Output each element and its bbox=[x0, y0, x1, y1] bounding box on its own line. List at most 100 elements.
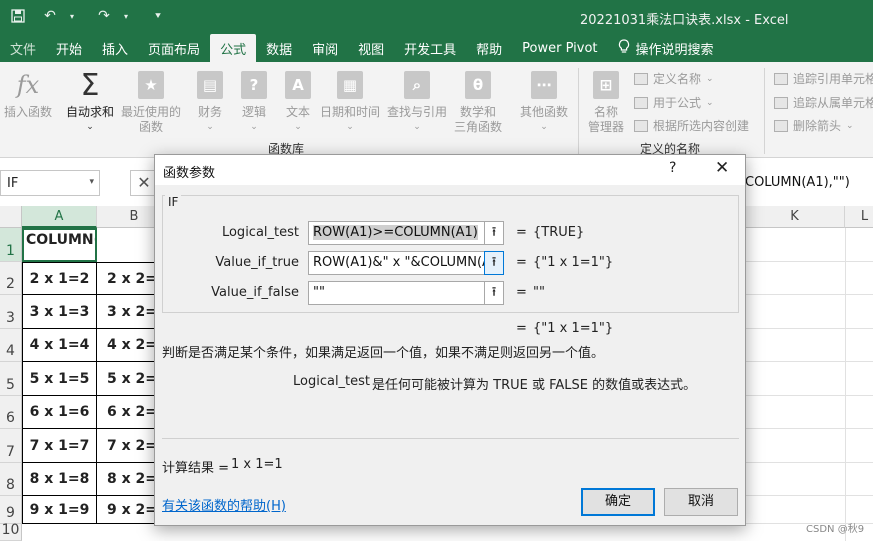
tab-file[interactable]: 文件 bbox=[0, 34, 46, 62]
ribbon-formulas: fx 插入函数 Σ 自动求和 ⌄ ★ 最近使用的 函数 ▤ 财务 ⌄ ? 逻辑 … bbox=[0, 62, 873, 158]
gridline bbox=[745, 462, 873, 463]
calculation-result-label: 计算结果 = bbox=[162, 461, 230, 476]
tab-power-pivot[interactable]: Power Pivot bbox=[512, 34, 607, 62]
row-header-10[interactable]: 10 bbox=[0, 522, 22, 541]
chevron-down-icon: ⌄ bbox=[250, 122, 258, 132]
close-icon[interactable]: ✕ bbox=[715, 158, 729, 178]
help-icon[interactable]: ? bbox=[669, 160, 676, 176]
row-header-4[interactable]: 4 bbox=[0, 329, 22, 362]
ok-button[interactable]: 确定 bbox=[581, 488, 655, 516]
ribbon-tabs: 文件 开始 插入 页面布局 公式 数据 审阅 视图 开发工具 帮助 Power … bbox=[0, 34, 873, 62]
column-header-a[interactable]: A bbox=[22, 206, 97, 228]
tab-home[interactable]: 开始 bbox=[46, 34, 92, 62]
value-if-true-result: {"1 x 1=1"} bbox=[533, 255, 614, 270]
fx-icon: fx bbox=[16, 70, 40, 99]
tab-page-layout[interactable]: 页面布局 bbox=[138, 34, 210, 62]
tab-formulas[interactable]: 公式 bbox=[210, 34, 257, 62]
gridline bbox=[745, 294, 873, 295]
chevron-down-icon: ⌄ bbox=[86, 122, 94, 132]
tab-help[interactable]: 帮助 bbox=[466, 34, 512, 62]
tab-review[interactable]: 审阅 bbox=[302, 34, 348, 62]
cell-a1[interactable]: COLUMN(A1),"") bbox=[22, 228, 97, 262]
lookup-icon: ⌕ bbox=[400, 68, 434, 102]
tab-developer[interactable]: 开发工具 bbox=[394, 34, 466, 62]
cell-a7[interactable]: 7 x 1=7 bbox=[22, 429, 97, 463]
watermark: CSDN @秋9 bbox=[806, 524, 865, 535]
tab-data[interactable]: 数据 bbox=[256, 34, 302, 62]
collapse-dialog-icon[interactable]: ⭱ bbox=[484, 221, 504, 245]
tell-me-label: 操作说明搜索 bbox=[635, 42, 714, 58]
redo-icon[interactable]: ↷ bbox=[94, 6, 114, 26]
cell-a8[interactable]: 8 x 1=8 bbox=[22, 463, 97, 496]
column-header-l[interactable]: L bbox=[845, 206, 873, 228]
equals-sign: = bbox=[516, 255, 527, 270]
chevron-down-icon: ⌄ bbox=[294, 122, 302, 132]
tab-insert[interactable]: 插入 bbox=[92, 34, 138, 62]
formula-result-preview: {"1 x 1=1"} bbox=[533, 321, 614, 336]
logical-button[interactable]: ? 逻辑 ⌄ bbox=[237, 68, 271, 135]
row-header-8[interactable]: 8 bbox=[0, 463, 22, 496]
dialog-title: 函数参数 bbox=[163, 166, 216, 181]
cell-a2[interactable]: 2 x 1=2 bbox=[22, 262, 97, 295]
name-manager-button[interactable]: ⊞ 名称 管理器 bbox=[588, 68, 624, 135]
row-header-1[interactable]: 1 bbox=[0, 228, 22, 262]
cell-a6[interactable]: 6 x 1=6 bbox=[22, 396, 97, 429]
tell-me-search[interactable]: 操作说明搜索 bbox=[608, 34, 724, 62]
remove-arrows-button[interactable]: 删除箭头 ⌄ bbox=[774, 117, 854, 134]
name-manager-icon: ⊞ bbox=[589, 68, 623, 102]
math-trig-button[interactable]: θ 数学和 三角函数 bbox=[454, 68, 502, 135]
trace-precedents-button[interactable]: 追踪引用单元格 bbox=[774, 70, 873, 87]
row-header-7[interactable]: 7 bbox=[0, 429, 22, 463]
save-icon[interactable] bbox=[8, 6, 28, 26]
chevron-down-icon[interactable]: ▾ bbox=[89, 177, 94, 187]
use-in-formula-button[interactable]: 用于公式 ⌄ bbox=[634, 94, 714, 111]
more-functions-button[interactable]: ⋯ 其他函数 ⌄ bbox=[520, 68, 568, 135]
cell-a4[interactable]: 4 x 1=4 bbox=[22, 329, 97, 362]
collapse-dialog-icon[interactable]: ⭱ bbox=[484, 281, 504, 305]
autosum-button[interactable]: Σ 自动求和 ⌄ bbox=[66, 68, 114, 135]
formula-input[interactable]: COLUMN(A1),"") bbox=[745, 175, 850, 190]
financial-button[interactable]: ▤ 财务 ⌄ bbox=[193, 68, 227, 135]
tab-view[interactable]: 视图 bbox=[348, 34, 394, 62]
name-box[interactable]: IF ▾ bbox=[0, 170, 100, 196]
value-if-true-input[interactable]: ROW(A1)&" x "&COLUMN(A1 bbox=[308, 251, 485, 275]
row-header-2[interactable]: 2 bbox=[0, 262, 22, 295]
collapse-dialog-icon[interactable]: ⭱ bbox=[484, 251, 504, 275]
cancel-button[interactable]: 取消 bbox=[664, 488, 738, 516]
lookup-button[interactable]: ⌕ 查找与引用 ⌄ bbox=[387, 68, 447, 135]
dialog-titlebar[interactable]: 函数参数 ? ✕ bbox=[155, 155, 745, 185]
cell-a9[interactable]: 9 x 1=9 bbox=[22, 496, 97, 524]
value-if-false-input[interactable]: "" bbox=[308, 281, 485, 305]
function-name: IF bbox=[165, 195, 182, 209]
chevron-down-icon: ⌄ bbox=[346, 122, 354, 132]
chevron-down-icon[interactable]: ▾ bbox=[62, 6, 82, 26]
chevron-down-icon: ⌄ bbox=[706, 73, 714, 84]
calculation-result-value: 1 x 1=1 bbox=[231, 457, 283, 472]
window-title: 20221031乘法口诀表.xlsx - Excel bbox=[580, 13, 789, 28]
insert-function-button[interactable]: fx 插入函数 bbox=[4, 68, 52, 120]
recently-used-button[interactable]: ★ 最近使用的 函数 bbox=[121, 68, 181, 135]
column-header-k[interactable]: K bbox=[745, 206, 845, 228]
cell-a5[interactable]: 5 x 1=5 bbox=[22, 362, 97, 396]
date-time-button[interactable]: ▦ 日期和时间 ⌄ bbox=[320, 68, 380, 135]
select-all-corner[interactable] bbox=[0, 206, 22, 228]
row-header-5[interactable]: 5 bbox=[0, 362, 22, 396]
function-help-link[interactable]: 有关该函数的帮助(H) bbox=[162, 495, 286, 514]
undo-icon[interactable]: ↶ bbox=[40, 6, 60, 26]
more-icon: ⋯ bbox=[527, 68, 561, 102]
trace-dependents-button[interactable]: 追踪从属单元格 bbox=[774, 94, 873, 111]
chevron-down-icon[interactable]: ▾ bbox=[116, 6, 136, 26]
row-header-3[interactable]: 3 bbox=[0, 295, 22, 329]
row-header-9[interactable]: 9 bbox=[0, 496, 22, 524]
row-header-6[interactable]: 6 bbox=[0, 396, 22, 429]
create-from-selection-button[interactable]: 根据所选内容创建 bbox=[634, 117, 749, 134]
logical-test-input[interactable]: ROW(A1)>=COLUMN(A1) bbox=[308, 221, 485, 245]
calendar-icon: ▦ bbox=[333, 68, 367, 102]
text-button[interactable]: A 文本 ⌄ bbox=[281, 68, 315, 135]
cell-a3[interactable]: 3 x 1=3 bbox=[22, 295, 97, 329]
chevron-down-icon: ⌄ bbox=[413, 122, 421, 132]
logical-test-result: {TRUE} bbox=[533, 225, 585, 240]
define-name-button[interactable]: 定义名称 ⌄ bbox=[634, 70, 714, 87]
define-name-icon bbox=[634, 72, 648, 85]
customize-qat-icon[interactable]: ⯆ bbox=[148, 6, 168, 26]
